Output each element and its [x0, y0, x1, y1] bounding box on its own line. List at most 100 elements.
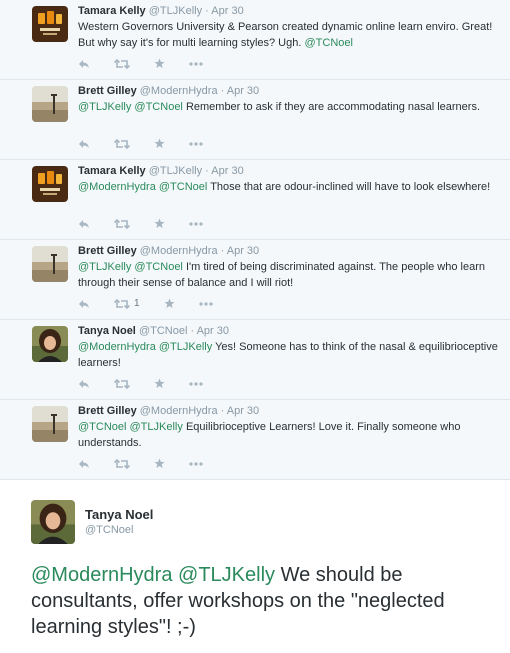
- author-handle[interactable]: @ModernHydra: [140, 85, 218, 97]
- reply-button[interactable]: [78, 219, 90, 229]
- tweet-actions: [78, 218, 227, 229]
- retweet-button[interactable]: [114, 218, 130, 229]
- author-handle[interactable]: @ModernHydra: [140, 245, 218, 257]
- favorite-icon: [164, 298, 175, 309]
- author-handle[interactable]: @TCNoel: [85, 523, 153, 537]
- more-button[interactable]: [189, 141, 203, 146]
- reply-button[interactable]: [78, 139, 90, 149]
- reply-icon: [78, 219, 90, 229]
- retweet-button[interactable]: [114, 58, 130, 69]
- avatar[interactable]: [32, 246, 68, 282]
- author-name[interactable]: Tanya Noel: [85, 507, 153, 523]
- favorite-button[interactable]: [154, 458, 165, 469]
- author-handle[interactable]: @ModernHydra: [140, 405, 218, 417]
- portrait-avatar-icon: [31, 500, 75, 544]
- mention-link[interactable]: @ModernHydra: [78, 181, 156, 193]
- retweet-icon: [114, 298, 130, 309]
- tweet: Brett Gilley @ModernHydra · Apr 30 @TLJKe…: [0, 240, 510, 320]
- favorite-button[interactable]: [164, 298, 175, 309]
- more-button[interactable]: [198, 301, 213, 306]
- retweet-icon: [114, 378, 130, 389]
- reply-icon: [78, 299, 90, 309]
- timestamp[interactable]: Apr 30: [211, 5, 243, 17]
- retweet-button[interactable]: 1: [114, 298, 140, 309]
- separator-dot: ·: [190, 325, 195, 337]
- author-name[interactable]: Brett Gilley: [78, 245, 137, 257]
- tweet-actions: [78, 458, 227, 469]
- main-tweet-text: @ModernHydra @TLJKelly We should be cons…: [31, 562, 498, 640]
- author-name[interactable]: Tamara Kelly: [78, 5, 146, 17]
- author-name[interactable]: Brett Gilley: [78, 405, 137, 417]
- reply-button[interactable]: [78, 59, 90, 69]
- avatar[interactable]: [31, 500, 75, 544]
- retweet-icon: [114, 138, 130, 149]
- separator-dot: ·: [220, 405, 225, 417]
- reply-button[interactable]: [78, 299, 90, 309]
- reply-button[interactable]: [78, 379, 90, 389]
- author-handle[interactable]: @TLJKelly: [149, 165, 202, 177]
- tweet-text: @ModernHydra @TCNoel Those that are odou…: [78, 179, 498, 195]
- separator-dot: ·: [220, 245, 225, 257]
- mention-link[interactable]: @TLJKelly: [130, 421, 183, 433]
- avatar[interactable]: [32, 166, 68, 202]
- more-button[interactable]: [189, 221, 203, 226]
- tweet-text: @TLJKelly @TCNoel I'm tired of being dis…: [78, 259, 498, 291]
- tweet-header: Brett Gilley @ModernHydra · Apr 30: [78, 84, 498, 98]
- reply-icon: [78, 139, 90, 149]
- more-icon: [189, 461, 203, 466]
- mention-link[interactable]: @TCNoel: [304, 37, 352, 49]
- mention-link[interactable]: @TCNoel: [134, 101, 182, 113]
- timestamp[interactable]: Apr 30: [227, 405, 259, 417]
- mention-link[interactable]: @TCNoel: [159, 181, 207, 193]
- retweet-button[interactable]: [114, 138, 130, 149]
- mention-link[interactable]: @TCNoel: [78, 421, 126, 433]
- favorite-icon: [154, 458, 165, 469]
- tweet-actions: 1: [78, 298, 237, 309]
- retweet-count: 1: [134, 298, 140, 309]
- timestamp[interactable]: Apr 30: [227, 245, 259, 257]
- favorite-button[interactable]: [154, 218, 165, 229]
- retweet-icon: [114, 58, 130, 69]
- more-button[interactable]: [189, 461, 203, 466]
- author-name[interactable]: Tamara Kelly: [78, 165, 146, 177]
- avatar[interactable]: [32, 6, 68, 42]
- tweet-text: @TCNoel @TLJKelly Equilibrioceptive Lear…: [78, 419, 498, 451]
- more-icon: [189, 61, 203, 66]
- retweet-button[interactable]: [114, 378, 130, 389]
- more-button[interactable]: [189, 381, 203, 386]
- author-name[interactable]: Tanya Noel: [78, 325, 136, 337]
- conversation-thread: Tamara Kelly @TLJKelly · Apr 30 Western G…: [0, 0, 510, 480]
- tweet-body: Those that are odour-inclined will have …: [210, 181, 491, 193]
- tweet: Tamara Kelly @TLJKelly · Apr 30 Western G…: [0, 0, 510, 80]
- avatar[interactable]: [32, 326, 68, 362]
- mention-link[interactable]: @TLJKelly: [178, 564, 275, 586]
- mention-link[interactable]: @TLJKelly: [159, 341, 212, 353]
- mention-link[interactable]: @ModernHydra: [78, 341, 156, 353]
- more-icon: [189, 221, 203, 226]
- author-handle[interactable]: @TCNoel: [139, 325, 187, 337]
- more-button[interactable]: [189, 61, 203, 66]
- more-icon: [198, 301, 213, 306]
- tweet: Brett Gilley @ModernHydra · Apr 30 @TLJKe…: [0, 80, 510, 160]
- mention-link[interactable]: @TLJKelly: [78, 261, 131, 273]
- timestamp[interactable]: Apr 30: [211, 165, 243, 177]
- mention-link[interactable]: @TCNoel: [134, 261, 182, 273]
- favorite-button[interactable]: [154, 58, 165, 69]
- tweet-body: Western Governors University & Pearson c…: [78, 21, 493, 49]
- retweet-button[interactable]: [114, 458, 130, 469]
- mention-link[interactable]: @ModernHydra: [31, 564, 172, 586]
- avatar[interactable]: [32, 86, 68, 122]
- favorite-button[interactable]: [154, 378, 165, 389]
- timestamp[interactable]: Apr 30: [227, 85, 259, 97]
- avatar[interactable]: [32, 406, 68, 442]
- tweet: Tanya Noel @TCNoel · Apr 30 @ModernHydra …: [0, 320, 510, 400]
- reply-icon: [78, 459, 90, 469]
- reply-button[interactable]: [78, 459, 90, 469]
- author-handle[interactable]: @TLJKelly: [149, 5, 202, 17]
- tweet-header: Tamara Kelly @TLJKelly · Apr 30: [78, 4, 498, 18]
- author-name[interactable]: Brett Gilley: [78, 85, 137, 97]
- main-tweet-header: Tanya Noel @TCNoel: [31, 500, 498, 544]
- timestamp[interactable]: Apr 30: [197, 325, 229, 337]
- mention-link[interactable]: @TLJKelly: [78, 101, 131, 113]
- favorite-button[interactable]: [154, 138, 165, 149]
